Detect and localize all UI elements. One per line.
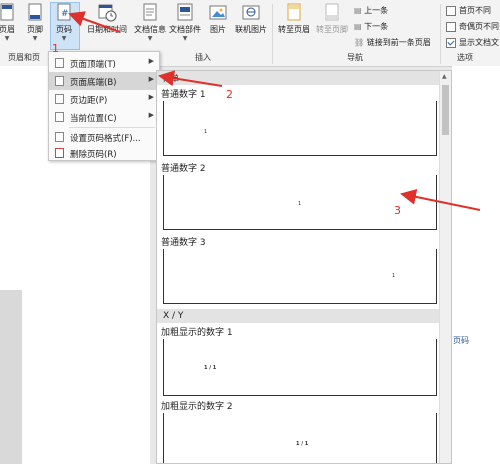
group-label-insert: 插入: [195, 53, 211, 62]
group-label-header-footer: 页眉和页: [8, 53, 40, 62]
scrollbar-thumb[interactable]: [442, 85, 449, 135]
checkbox-icon: [446, 5, 456, 16]
document-page-right[interactable]: [452, 66, 500, 464]
online-picture-button[interactable]: 联机图片: [231, 2, 271, 35]
page-number-menu: 页面顶端(T) ▶ 页面底端(B) ▶ 页边距(P) ▶ 当前位置(C) ▶ 设…: [48, 51, 160, 161]
current-position-icon: [55, 112, 64, 122]
next-icon: ▤: [354, 22, 362, 31]
footer-icon: [28, 3, 42, 21]
nav-next[interactable]: ▤ 下一条: [354, 21, 388, 32]
calendar-clock-icon: [98, 4, 117, 22]
group-label-navigation: 导航: [347, 53, 363, 62]
gallery-preview: 1 / 1: [163, 413, 437, 463]
chevron-down-icon: ▼: [147, 35, 153, 42]
quick-parts-icon: [177, 3, 193, 21]
gallery-header: 简单: [157, 71, 441, 85]
header-button[interactable]: 页眉 ▼: [0, 2, 20, 42]
header-icon: [0, 3, 14, 21]
gallery-scrollbar[interactable]: ▲: [439, 71, 451, 463]
goto-footer-button[interactable]: 转至页脚: [313, 2, 351, 35]
footer-button[interactable]: 页脚 ▼: [22, 2, 48, 42]
page-number-button[interactable]: # 页码 ▼: [50, 2, 78, 42]
goto-header-icon: [287, 3, 301, 21]
annotation-number-1: 1: [52, 42, 59, 55]
scroll-up-icon[interactable]: ▲: [442, 73, 447, 80]
first-page-checkbox[interactable]: 首页不同: [446, 5, 491, 16]
remove-icon: [55, 148, 64, 158]
page-bottom-gallery: 简单 普通数字 1 1 普通数字 2 1 普通数字 3 1 X / Y 加粗显示…: [156, 70, 452, 464]
menu-item-current-position[interactable]: 当前位置(C) ▶: [49, 108, 159, 126]
format-icon: [55, 132, 64, 142]
goto-header-button[interactable]: 转至页眉: [275, 2, 313, 35]
page-number-icon: #: [57, 3, 71, 21]
page-margins-icon: [55, 94, 64, 104]
link-icon: ⛓: [354, 38, 365, 47]
gallery-category-xy: X / Y: [157, 309, 441, 323]
vertical-ruler: [0, 290, 22, 464]
page-bottom-icon: [55, 76, 64, 86]
chevron-right-icon: ▶: [148, 93, 154, 101]
picture-icon: [209, 5, 227, 20]
menu-item-margins[interactable]: 页边距(P) ▶: [49, 90, 159, 108]
menu-item-remove-page-numbers[interactable]: 删除页码(R): [49, 144, 159, 162]
datetime-button[interactable]: 日期和时间: [82, 2, 132, 35]
chevron-down-icon: ▼: [61, 35, 67, 42]
annotation-number-3: 3: [394, 204, 401, 217]
group-separator: [440, 4, 441, 64]
odd-even-checkbox[interactable]: 奇偶页不同: [446, 21, 499, 32]
gallery-preview: 1 / 1: [163, 339, 437, 396]
previous-icon: ▤: [354, 6, 362, 15]
svg-text:#: #: [61, 9, 69, 19]
online-picture-icon: [242, 5, 260, 20]
goto-footer-icon: [325, 3, 339, 21]
gallery-preview: 1: [163, 175, 437, 230]
group-separator: [272, 4, 273, 64]
docparts-button[interactable]: 文档部件 ▼: [167, 2, 203, 42]
group-label-options: 选项: [457, 53, 473, 62]
checkbox-icon: [446, 21, 456, 32]
document-info-icon: [143, 3, 157, 21]
chevron-down-icon: ▼: [32, 35, 38, 42]
chevron-right-icon: ▶: [148, 111, 154, 119]
chevron-down-icon: ▼: [4, 35, 10, 42]
link-to-previous[interactable]: ⛓ 链接到前一条页眉: [354, 37, 431, 48]
chevron-right-icon: ▶: [148, 75, 154, 83]
picture-button[interactable]: 图片: [206, 2, 230, 35]
annotation-number-2: 2: [226, 88, 233, 101]
show-doc-text-checkbox[interactable]: 显示文档文: [446, 37, 499, 48]
page-top-icon: [55, 58, 64, 68]
checkbox-checked-icon: [446, 37, 456, 48]
nav-prev[interactable]: ▤ 上一条: [354, 5, 388, 16]
chevron-down-icon: ▼: [182, 35, 188, 42]
page-number-link[interactable]: 页码: [453, 335, 469, 346]
menu-item-page-top[interactable]: 页面顶端(T) ▶: [49, 54, 159, 72]
chevron-right-icon: ▶: [148, 57, 154, 65]
gallery-preview: 1: [163, 101, 437, 156]
gallery-preview: 1: [163, 249, 437, 304]
menu-item-page-bottom[interactable]: 页面底端(B) ▶: [49, 72, 159, 90]
docinfo-button[interactable]: 文档信息 ▼: [132, 2, 168, 42]
